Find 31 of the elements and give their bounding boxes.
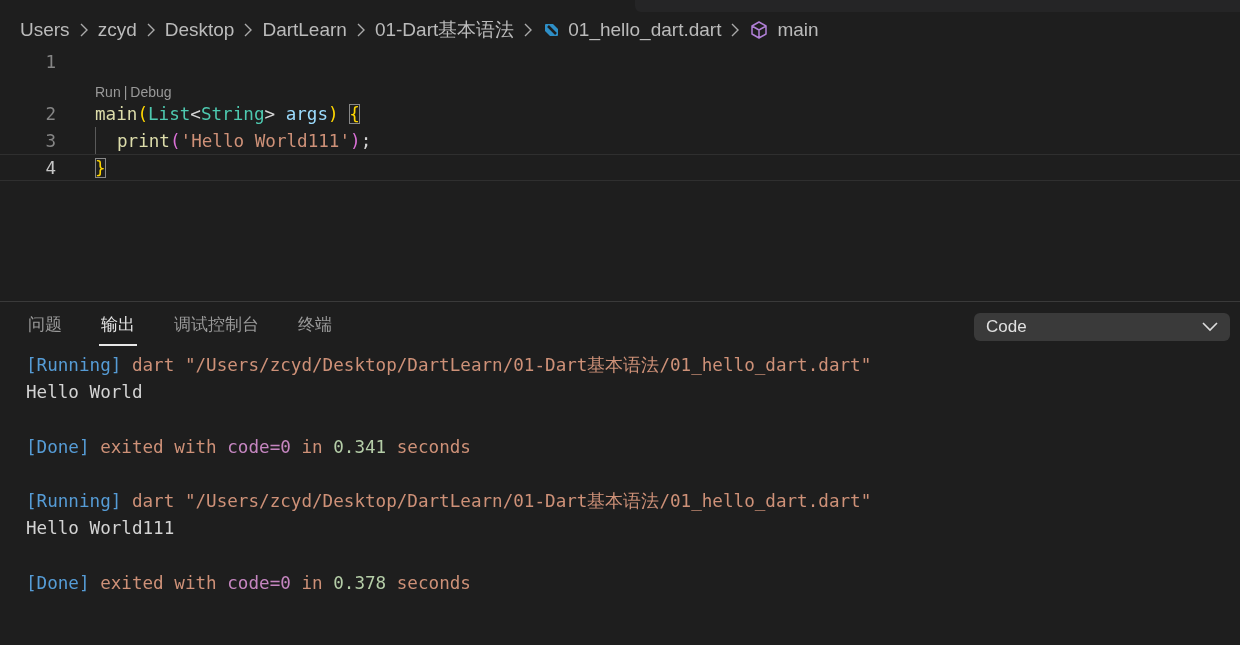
breadcrumb-item[interactable]: Users xyxy=(20,19,70,41)
panel-tab[interactable]: 输出 xyxy=(99,314,137,346)
breadcrumb-item[interactable]: Desktop xyxy=(164,19,235,41)
output-line: Hello World xyxy=(26,381,144,405)
breadcrumb-item[interactable]: 01_hello_dart.dart xyxy=(568,19,722,41)
breadcrumb-item[interactable]: DartLearn xyxy=(262,19,347,41)
output-line: [Done] exited with code=0 in 0.378 seconds xyxy=(26,571,472,595)
chevron-down-icon xyxy=(1202,322,1218,332)
output-line: [Running] dart "/Users/zcyd/Desktop/DartLearn/01-Dart基本语法/01_hello_dart.dart" xyxy=(26,489,873,513)
breadcrumb-item[interactable]: zcyd xyxy=(97,19,137,41)
code-line: print('Hello World111'); xyxy=(117,130,372,151)
output-line: Hello World111 xyxy=(26,517,176,541)
panel-tab[interactable]: 调试控制台 xyxy=(172,314,261,346)
line-number: 4 xyxy=(44,157,57,178)
codelens-link[interactable]: Debug xyxy=(130,84,172,100)
file-icon xyxy=(542,21,561,39)
breadcrumb-item[interactable]: main xyxy=(777,19,819,41)
line-number: 3 xyxy=(44,130,57,151)
panel-tab[interactable]: 终端 xyxy=(296,314,334,346)
panel-tab[interactable]: 问题 xyxy=(26,314,64,346)
output-line: [Running] dart "/Users/zcyd/Desktop/DartLearn/01-Dart基本语法/01_hello_dart.dart" xyxy=(26,354,873,377)
output-line: [Done] exited with code=0 in 0.341 seconds xyxy=(26,435,472,459)
separator-text: | xyxy=(123,84,128,100)
codelens-link[interactable]: Run xyxy=(95,84,121,100)
cube-icon xyxy=(749,20,770,40)
line-number: 2 xyxy=(44,103,57,124)
code-line: } xyxy=(95,157,106,178)
breadcrumb-item[interactable]: 01-Dart基本语法 xyxy=(374,17,515,43)
line-number: 1 xyxy=(44,51,57,72)
output-channel-dropdown[interactable]: Code xyxy=(974,313,1230,341)
code-line: main(List<String> args) { xyxy=(95,103,360,124)
